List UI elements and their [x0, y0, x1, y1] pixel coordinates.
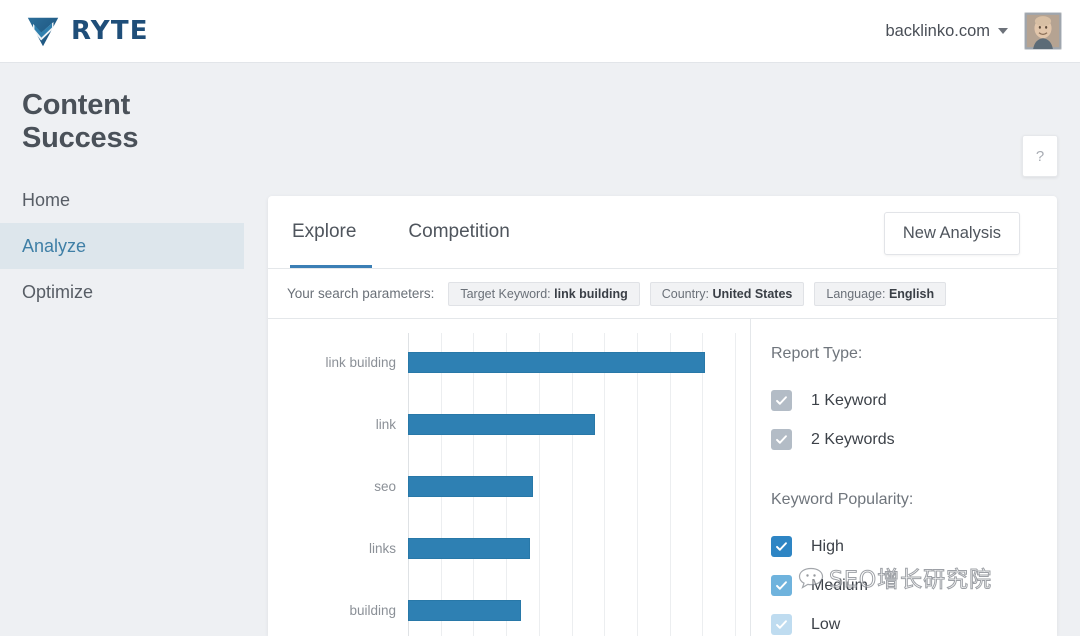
checkbox-label: Low: [811, 615, 841, 633]
user-avatar-icon: [1025, 13, 1061, 49]
chip-value: link building: [554, 286, 628, 301]
checkbox-row-high[interactable]: High: [771, 527, 1057, 566]
chart-bar-row[interactable]: link: [376, 414, 735, 435]
sidebar: Content Success Home Analyze Optimize: [0, 63, 244, 636]
page-title: Content Success: [22, 89, 139, 154]
checkbox-row-low[interactable]: Low: [771, 605, 1057, 636]
brand-name: RYTE: [71, 16, 149, 46]
top-bar: RYTE backlinko.com: [0, 0, 1080, 63]
chart-bar[interactable]: [408, 538, 530, 559]
checkbox-low[interactable]: [771, 614, 792, 635]
checkbox-medium[interactable]: [771, 575, 792, 596]
report-type-heading: Report Type:: [771, 345, 863, 362]
sidebar-item-optimize[interactable]: Optimize: [0, 269, 244, 315]
sidebar-item-label: Analyze: [22, 235, 87, 256]
checkbox-1-keyword[interactable]: [771, 390, 792, 411]
sidebar-item-label: Home: [22, 189, 71, 210]
tab-label: Explore: [292, 221, 357, 242]
new-analysis-label: New Analysis: [902, 224, 1001, 242]
chip-country[interactable]: Country: United States: [649, 281, 805, 306]
brand-logo[interactable]: RYTE: [24, 12, 149, 50]
chip-language[interactable]: Language: English: [814, 281, 947, 306]
chip-target-keyword[interactable]: Target Keyword: link building: [448, 281, 640, 306]
chart-bar-row[interactable]: building: [349, 600, 735, 621]
checkbox-row-2-keywords[interactable]: 2 Keywords: [771, 420, 1057, 459]
top-bar-right: backlinko.com: [885, 12, 1062, 50]
sidebar-item-home[interactable]: Home: [0, 177, 244, 223]
chart-bar[interactable]: [408, 600, 521, 621]
domain-label: backlinko.com: [885, 21, 990, 40]
chart-bar[interactable]: [408, 352, 706, 373]
chart-bar-row[interactable]: seo: [374, 476, 735, 497]
checkbox-label: 2 Keywords: [811, 430, 895, 448]
chart-bar-row[interactable]: link building: [325, 352, 735, 373]
check-icon: [776, 542, 787, 551]
gridline: [735, 333, 736, 636]
avatar[interactable]: [1024, 12, 1062, 50]
chip-key: Language:: [826, 286, 886, 301]
check-icon: [776, 435, 787, 444]
sidebar-item-label: Optimize: [22, 281, 94, 302]
check-icon: [776, 396, 787, 405]
checkbox-label: High: [811, 537, 844, 555]
chip-key: Country:: [661, 286, 709, 301]
chart-bar[interactable]: [408, 414, 596, 435]
tab-competition[interactable]: Competition: [382, 196, 535, 268]
chart-bar-row[interactable]: links: [369, 538, 735, 559]
search-parameters-bar: Your search parameters: Target Keyword: …: [268, 269, 1057, 319]
app-root: RYTE backlinko.com Content Success Home …: [0, 0, 1080, 636]
tab-explore[interactable]: Explore: [268, 196, 382, 268]
chart-category-label: link building: [325, 355, 396, 370]
tab-label: Competition: [408, 221, 510, 242]
checkbox-label: 1 Keyword: [811, 391, 887, 409]
chip-key: Target Keyword:: [460, 286, 551, 301]
checkbox-row-medium[interactable]: Medium: [771, 566, 1057, 605]
chart-category-label: link: [375, 417, 396, 432]
chip-value: English: [888, 286, 935, 301]
checkbox-row-1-keyword[interactable]: 1 Keyword: [771, 381, 1057, 420]
keyword-bar-chart: link building link seo links building: [268, 319, 750, 636]
checkbox-label: Medium: [811, 576, 868, 594]
chart-category-label: seo: [374, 479, 396, 494]
domain-switcher[interactable]: backlinko.com: [885, 22, 1008, 41]
check-icon: [776, 620, 787, 629]
check-icon: [776, 581, 787, 590]
diamond-check-logo-icon: [27, 17, 59, 47]
analysis-card: Explore Competition New Analysis Your se…: [268, 196, 1057, 636]
search-parameters-label: Your search parameters:: [287, 286, 435, 301]
chart-bar[interactable]: [408, 476, 533, 497]
chart-category-label: building: [349, 603, 396, 618]
chart-plot-area: link building link seo links building: [325, 333, 736, 636]
keyword-popularity-heading: Keyword Popularity:: [771, 491, 914, 508]
sidebar-nav: Home Analyze Optimize: [0, 177, 244, 315]
options-pane: Report Type: 1 Keyword 2 Keywords Keywor…: [751, 319, 1057, 636]
chip-value: United States: [712, 286, 793, 301]
tab-bar: Explore Competition New Analysis: [268, 196, 1057, 269]
new-analysis-button[interactable]: New Analysis: [883, 212, 1020, 255]
help-button[interactable]: ?: [1022, 135, 1058, 177]
question-mark-icon: ?: [1035, 147, 1045, 165]
card-body: link building link seo links building Report…: [268, 319, 1057, 636]
checkbox-high[interactable]: [771, 536, 792, 557]
chevron-down-icon: [998, 28, 1008, 34]
chart-category-label: links: [368, 541, 396, 556]
chart-pane: link building link seo links building: [268, 319, 751, 636]
checkbox-2-keywords[interactable]: [771, 429, 792, 450]
sidebar-item-analyze[interactable]: Analyze: [0, 223, 244, 269]
